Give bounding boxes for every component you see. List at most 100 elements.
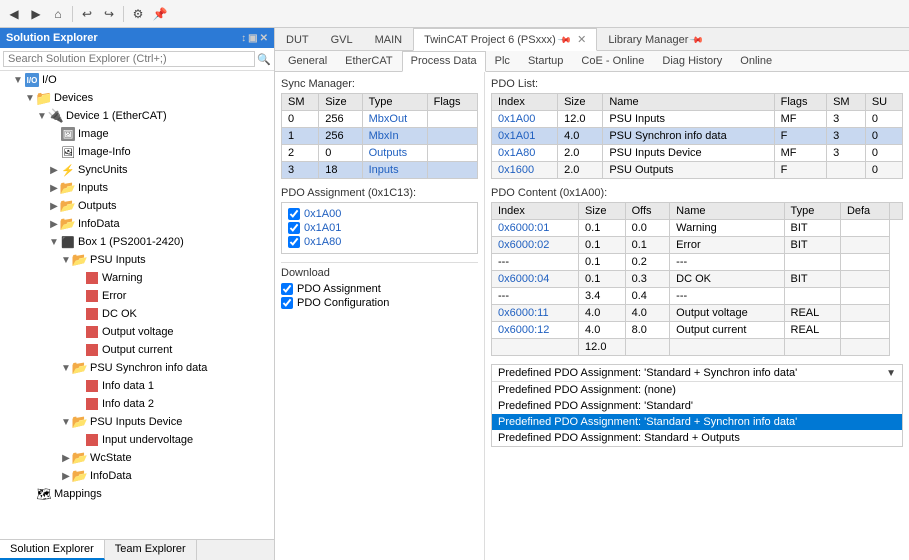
pdo-content-row[interactable]: 0x6000:020.10.1ErrorBIT	[492, 237, 903, 254]
expand-psu-inputs[interactable]: ▼	[60, 255, 72, 266]
pdo-content-scroll[interactable]: Index Size Offs Name Type Defa 0x6000:01…	[491, 202, 903, 356]
pdo-assign-item[interactable]: 0x1A00	[286, 207, 473, 221]
pdo-col-size: Size	[558, 94, 603, 111]
pdo-list-row[interactable]: 0x1A0012.0PSU InputsMF30	[492, 111, 903, 128]
inner-tab-diag-history[interactable]: Diag History	[653, 51, 731, 71]
expand-infodata-box[interactable]: ▶	[60, 471, 72, 482]
tree-item-psu-inputs[interactable]: ▼ 📂 PSU Inputs	[0, 251, 274, 269]
inner-tab-startup[interactable]: Startup	[519, 51, 572, 71]
tree-item-infodata1[interactable]: Info data 1	[0, 377, 274, 395]
dock-icon[interactable]: ▣	[248, 33, 257, 44]
pdo-list-row[interactable]: 0x16002.0PSU OutputsF0	[492, 162, 903, 179]
download-checkbox[interactable]	[281, 297, 293, 309]
tree-item-psu-inputs-dev[interactable]: ▼ 📂 PSU Inputs Device	[0, 413, 274, 431]
dropdown-option[interactable]: Predefined PDO Assignment: 'Standard'	[492, 398, 902, 414]
expand-outputs[interactable]: ▶	[48, 201, 60, 212]
pin-button[interactable]: 📌	[150, 4, 170, 24]
tree-item-outcur[interactable]: Output current	[0, 341, 274, 359]
tree-item-mappings[interactable]: 🗺 Mappings	[0, 485, 274, 503]
tree-item-imageinfo[interactable]: 🖼 Image-Info	[0, 143, 274, 161]
expand-psu-inputs-dev[interactable]: ▼	[60, 417, 72, 428]
inner-tab-process-data[interactable]: Process Data	[402, 51, 486, 72]
tab-close-twincat[interactable]: ✕	[577, 34, 586, 46]
redo-button[interactable]: ↪	[99, 4, 119, 24]
pdo-content-row[interactable]: 0x6000:114.04.0Output voltageREAL	[492, 305, 903, 322]
pdo-content-row[interactable]: ---3.40.4---	[492, 288, 903, 305]
tab-team-explorer[interactable]: Team Explorer	[105, 540, 197, 560]
tree-item-infodata-box[interactable]: ▶ 📂 InfoData	[0, 467, 274, 485]
sync-manager-table-scroll[interactable]: SM Size Type Flags 0256MbxOut1256MbxIn20…	[281, 93, 478, 179]
tree-item-syncunits[interactable]: ▶ ⚡ SyncUnits	[0, 161, 274, 179]
dropdown-main[interactable]: Predefined PDO Assignment: 'Standard + S…	[492, 365, 902, 382]
forward-button[interactable]: ▶	[26, 4, 46, 24]
expand-io[interactable]: ▼	[12, 75, 24, 86]
undo-button[interactable]: ↩	[77, 4, 97, 24]
expand-device1[interactable]: ▼	[36, 111, 48, 122]
download-checkbox[interactable]	[281, 283, 293, 295]
home-button[interactable]: ⌂	[48, 4, 68, 24]
pdo-content-row[interactable]: 0x6000:010.10.0WarningBIT	[492, 220, 903, 237]
tab-main[interactable]: MAIN	[364, 29, 414, 50]
settings-button[interactable]: ⚙	[128, 4, 148, 24]
tree-item-inputs[interactable]: ▶ 📂 Inputs	[0, 179, 274, 197]
expand-psu-sync[interactable]: ▼	[60, 363, 72, 374]
pdo-content-row[interactable]: 0x6000:124.08.0Output currentREAL	[492, 322, 903, 339]
tab-solution-explorer[interactable]: Solution Explorer	[0, 540, 105, 560]
tree-item-io[interactable]: ▼ I/O I/O	[0, 71, 274, 89]
tab-dut[interactable]: DUT	[275, 29, 320, 50]
pdo-list-scroll[interactable]: Index Size Name Flags SM SU 0x1A0012.0PS…	[491, 93, 903, 179]
sync-manager-row[interactable]: 0256MbxOut	[282, 111, 478, 128]
tab-gvl[interactable]: GVL	[320, 29, 364, 50]
sync-manager-row[interactable]: 1256MbxIn	[282, 128, 478, 145]
dropdown-option[interactable]: Predefined PDO Assignment: 'Standard + S…	[492, 414, 902, 430]
close-icon[interactable]: ✕	[260, 33, 268, 44]
expand-inputs[interactable]: ▶	[48, 183, 60, 194]
tree-item-input-under[interactable]: Input undervoltage	[0, 431, 274, 449]
pdo-assign-checkbox[interactable]	[288, 222, 300, 234]
tree-item-device1[interactable]: ▼ 🔌 Device 1 (EtherCAT)	[0, 107, 274, 125]
tree-item-psu-sync[interactable]: ▼ 📂 PSU Synchron info data	[0, 359, 274, 377]
inner-tab-ethercat[interactable]: EtherCAT	[336, 51, 401, 71]
expand-box1[interactable]: ▼	[48, 237, 60, 248]
tree-item-error[interactable]: Error	[0, 287, 274, 305]
tree-item-infodata-dev[interactable]: ▶ 📂 InfoData	[0, 215, 274, 233]
pin-icon[interactable]: ↕	[241, 33, 246, 44]
pdo-content-row[interactable]: 0x6000:040.10.3DC OKBIT	[492, 271, 903, 288]
pdo-content-row[interactable]: ---0.10.2---	[492, 254, 903, 271]
tree-item-infodata2[interactable]: Info data 2	[0, 395, 274, 413]
pdo-assign-item[interactable]: 0x1A01	[286, 221, 473, 235]
expand-syncunits[interactable]: ▶	[48, 165, 60, 176]
tree-item-outvol[interactable]: Output voltage	[0, 323, 274, 341]
tree-item-outputs[interactable]: ▶ 📂 Outputs	[0, 197, 274, 215]
download-item[interactable]: PDO Assignment	[281, 282, 478, 296]
pdo-assign-item[interactable]: 0x1A80	[286, 235, 473, 249]
inner-tab-online[interactable]: Online	[731, 51, 781, 71]
tree-item-box1[interactable]: ▼ ⬛ Box 1 (PS2001-2420)	[0, 233, 274, 251]
expand-wcstate[interactable]: ▶	[60, 453, 72, 464]
inner-tab-coe-online[interactable]: CoE - Online	[572, 51, 653, 71]
tree-item-wcstate[interactable]: ▶ 📂 WcState	[0, 449, 274, 467]
back-button[interactable]: ◀	[4, 4, 24, 24]
dropdown-option[interactable]: Predefined PDO Assignment: (none)	[492, 382, 902, 398]
pdo-assign-checkbox[interactable]	[288, 236, 300, 248]
pdo-assign-checkbox[interactable]	[288, 208, 300, 220]
sync-manager-row[interactable]: 318Inputs	[282, 162, 478, 179]
sync-manager-row[interactable]: 20Outputs	[282, 145, 478, 162]
tab-library-manager[interactable]: Library Manager 📌	[597, 29, 713, 50]
inner-tab-plc[interactable]: Plc	[486, 51, 519, 71]
search-input[interactable]	[3, 51, 255, 67]
pdo-list-row[interactable]: 0x1A014.0PSU Synchron info dataF30	[492, 128, 903, 145]
pin-icon: 📌	[557, 33, 573, 49]
pdo-content-row[interactable]: 12.0	[492, 339, 903, 356]
pdo-list-row[interactable]: 0x1A802.0PSU Inputs DeviceMF30	[492, 145, 903, 162]
expand-devices[interactable]: ▼	[24, 93, 36, 104]
tab-twincat-project[interactable]: TwinCAT Project 6 (PSxxx) 📌 ✕	[413, 28, 597, 51]
dropdown-option[interactable]: Predefined PDO Assignment: Standard + Ou…	[492, 430, 902, 446]
expand-infodata-dev[interactable]: ▶	[48, 219, 60, 230]
tree-item-devices[interactable]: ▼ 📁 Devices	[0, 89, 274, 107]
tree-item-warning[interactable]: Warning	[0, 269, 274, 287]
inner-tab-general[interactable]: General	[279, 51, 336, 71]
tree-item-image[interactable]: 🖼 Image	[0, 125, 274, 143]
download-item[interactable]: PDO Configuration	[281, 296, 478, 310]
tree-item-dcok[interactable]: DC OK	[0, 305, 274, 323]
